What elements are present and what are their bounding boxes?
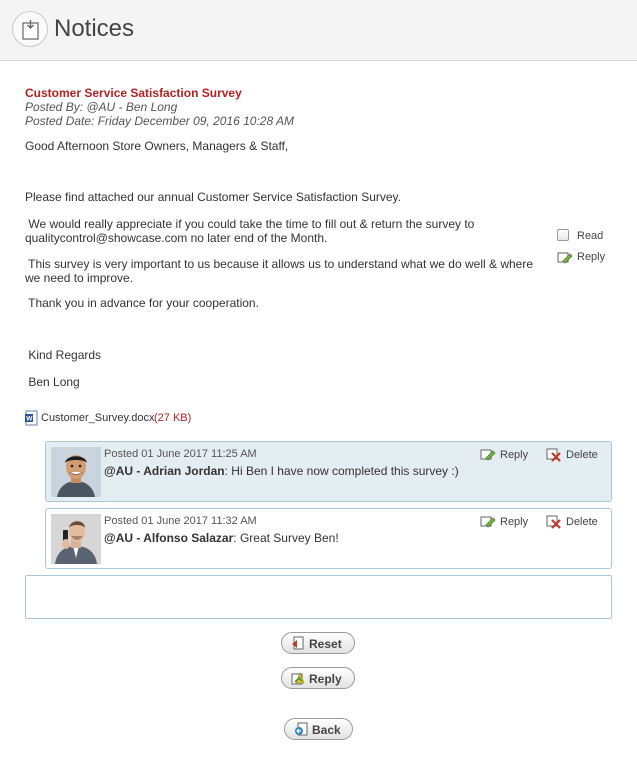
word-document-icon: W bbox=[25, 410, 39, 429]
reply-pencil-icon[interactable] bbox=[480, 448, 496, 465]
notice-paragraph-1: Please find attached our annual Customer… bbox=[25, 190, 401, 204]
comment-author[interactable]: @AU - Alfonso Salazar bbox=[104, 531, 233, 545]
comment-text: @AU - Adrian Jordan: Hi Ben I have now c… bbox=[104, 464, 459, 478]
svg-text:W: W bbox=[26, 416, 33, 423]
reply-button[interactable]: Reply bbox=[281, 667, 355, 689]
comment-posted-date: Posted 01 June 2017 11:32 AM bbox=[104, 515, 257, 527]
reply-icon bbox=[291, 671, 305, 688]
notice-signature: Ben Long bbox=[25, 375, 80, 389]
reply-button-label: Reply bbox=[309, 672, 342, 686]
notice-posted-date: Posted Date: Friday December 09, 2016 10… bbox=[25, 114, 295, 128]
comment-posted-date: Posted 01 June 2017 11:25 AM bbox=[104, 448, 257, 460]
notice-signoff: Kind Regards bbox=[25, 348, 102, 362]
reset-button-label: Reset bbox=[309, 637, 342, 651]
avatar bbox=[51, 514, 101, 564]
notice-title: Customer Service Satisfaction Survey bbox=[25, 86, 242, 100]
notice-reply-link[interactable]: Reply bbox=[577, 251, 605, 263]
notice-board-icon bbox=[12, 11, 48, 47]
back-icon bbox=[294, 722, 308, 739]
reply-pencil-icon[interactable] bbox=[557, 251, 573, 268]
notice-posted-by: Posted By: @AU - Ben Long bbox=[25, 100, 178, 114]
notice-paragraph-4: Thank you in advance for your cooperatio… bbox=[25, 296, 259, 310]
reply-pencil-icon[interactable] bbox=[480, 515, 496, 532]
attachment-size: (27 KB) bbox=[154, 412, 192, 424]
comment-reply-link[interactable]: Reply bbox=[500, 516, 528, 528]
reset-button[interactable]: Reset bbox=[281, 632, 355, 654]
notice-paragraph-3-line-2: we need to improve. bbox=[25, 271, 134, 285]
back-button[interactable]: Back bbox=[284, 718, 353, 740]
comment-message: : Great Survey Ben! bbox=[233, 531, 339, 545]
page-header: Notices bbox=[0, 0, 637, 61]
attachment-link[interactable]: Customer_Survey.docx bbox=[41, 412, 155, 424]
comment-delete-link[interactable]: Delete bbox=[566, 516, 598, 528]
back-button-label: Back bbox=[312, 723, 341, 737]
comment-item: Posted 01 June 2017 11:25 AM @AU - Adria… bbox=[45, 441, 612, 502]
page-title: Notices bbox=[54, 15, 135, 42]
delete-icon[interactable] bbox=[546, 448, 562, 465]
read-checkbox[interactable] bbox=[557, 229, 569, 241]
comment-item: Posted 01 June 2017 11:32 AM @AU - Alfon… bbox=[45, 508, 612, 569]
reset-icon bbox=[291, 636, 305, 653]
reply-textarea[interactable] bbox=[25, 575, 612, 619]
notice-paragraph-3-line-1: This survey is very important to us beca… bbox=[25, 257, 534, 271]
notice-greeting: Good Afternoon Store Owners, Managers & … bbox=[25, 139, 289, 153]
notice-paragraph-2-line-2: qualitycontrol@showcase.com no later end… bbox=[25, 231, 328, 245]
comment-author[interactable]: @AU - Adrian Jordan bbox=[104, 464, 225, 478]
avatar bbox=[51, 447, 101, 497]
notice-paragraph-2-line-1: We would really appreciate if you could … bbox=[25, 217, 475, 231]
comment-text: @AU - Alfonso Salazar: Great Survey Ben! bbox=[104, 531, 339, 545]
comment-delete-link[interactable]: Delete bbox=[566, 449, 598, 461]
comment-reply-link[interactable]: Reply bbox=[500, 449, 528, 461]
read-label[interactable]: Read bbox=[577, 230, 603, 242]
delete-icon[interactable] bbox=[546, 515, 562, 532]
comment-message: : Hi Ben I have now completed this surve… bbox=[224, 464, 459, 478]
